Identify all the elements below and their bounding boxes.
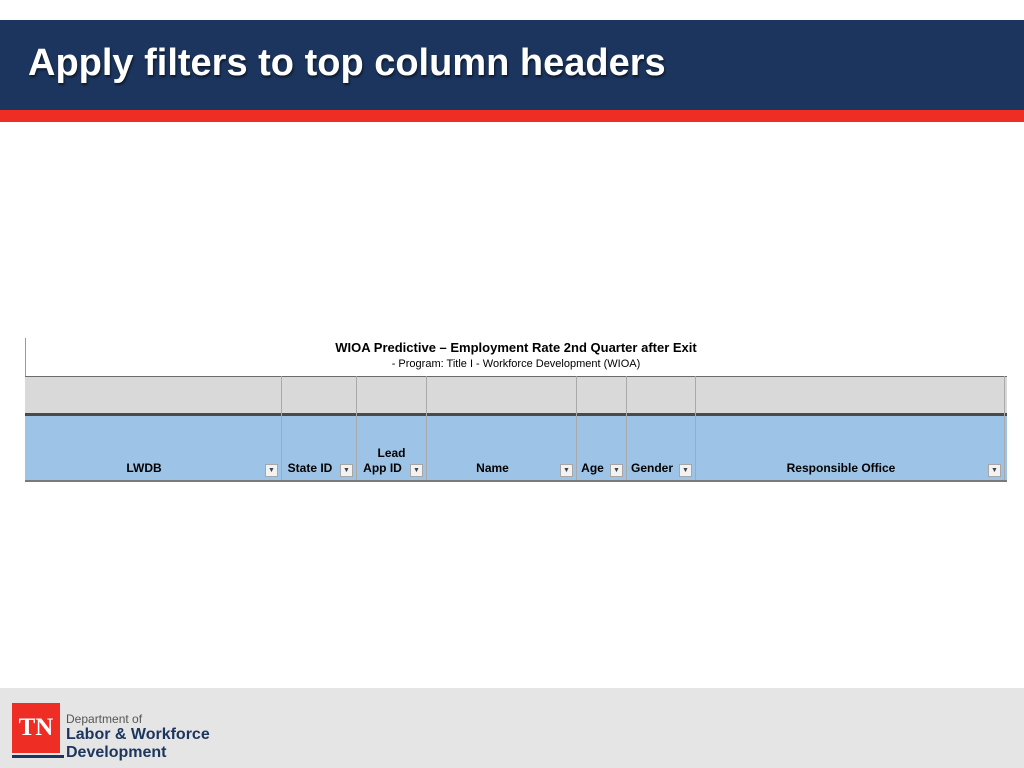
column-header-app-id: Lead App ID ▼ [357,416,426,480]
dept-name-line2: Labor & Workforce [66,726,210,743]
column-header-label: State ID [287,461,333,475]
column-header-label: Name [476,461,509,475]
accent-stripe [0,110,1024,122]
column-header-label: App ID [363,461,402,475]
dropdown-arrow-icon[interactable]: ▼ [988,464,1001,477]
dept-name-line1: Department of [66,712,143,726]
column-header-gender: Gender ▼ [627,416,695,480]
tn-logo: TN [12,703,60,753]
report-title: WIOA Predictive – Employment Rate 2nd Qu… [335,340,697,355]
dropdown-arrow-icon[interactable]: ▼ [410,464,423,477]
slide-title: Apply filters to top column headers [28,42,666,84]
dropdown-arrow-icon[interactable]: ▼ [610,464,623,477]
column-header-label: Responsible Office [786,461,896,475]
row-bottom-border [25,480,1007,482]
column-header-age: Age ▼ [577,416,626,480]
dropdown-arrow-icon[interactable]: ▼ [265,464,278,477]
column-header-label: Age [581,461,604,475]
blank-header-row [25,376,1007,413]
column-header-responsible-office: Responsible Office ▼ [696,416,1004,480]
column-header-label: LWDB [126,461,162,475]
column-header-label: Gender [630,461,673,475]
column-header-lwdb: LWDB ▼ [25,416,281,480]
dept-name-line3: Development [66,744,167,761]
spreadsheet-screenshot: WIOA Predictive – Employment Rate 2nd Qu… [25,338,1007,484]
logo-underline [12,755,64,758]
dropdown-arrow-icon[interactable]: ▼ [560,464,573,477]
column-header-state-id: State ID ▼ [282,416,356,480]
column-header-lead: Lead [377,446,406,460]
report-subtitle: - Program: Title I - Workforce Developme… [391,358,641,370]
dropdown-arrow-icon[interactable]: ▼ [679,464,692,477]
grid-line [1004,376,1005,480]
dropdown-arrow-icon[interactable]: ▼ [340,464,353,477]
column-header-name: Name ▼ [427,416,576,480]
